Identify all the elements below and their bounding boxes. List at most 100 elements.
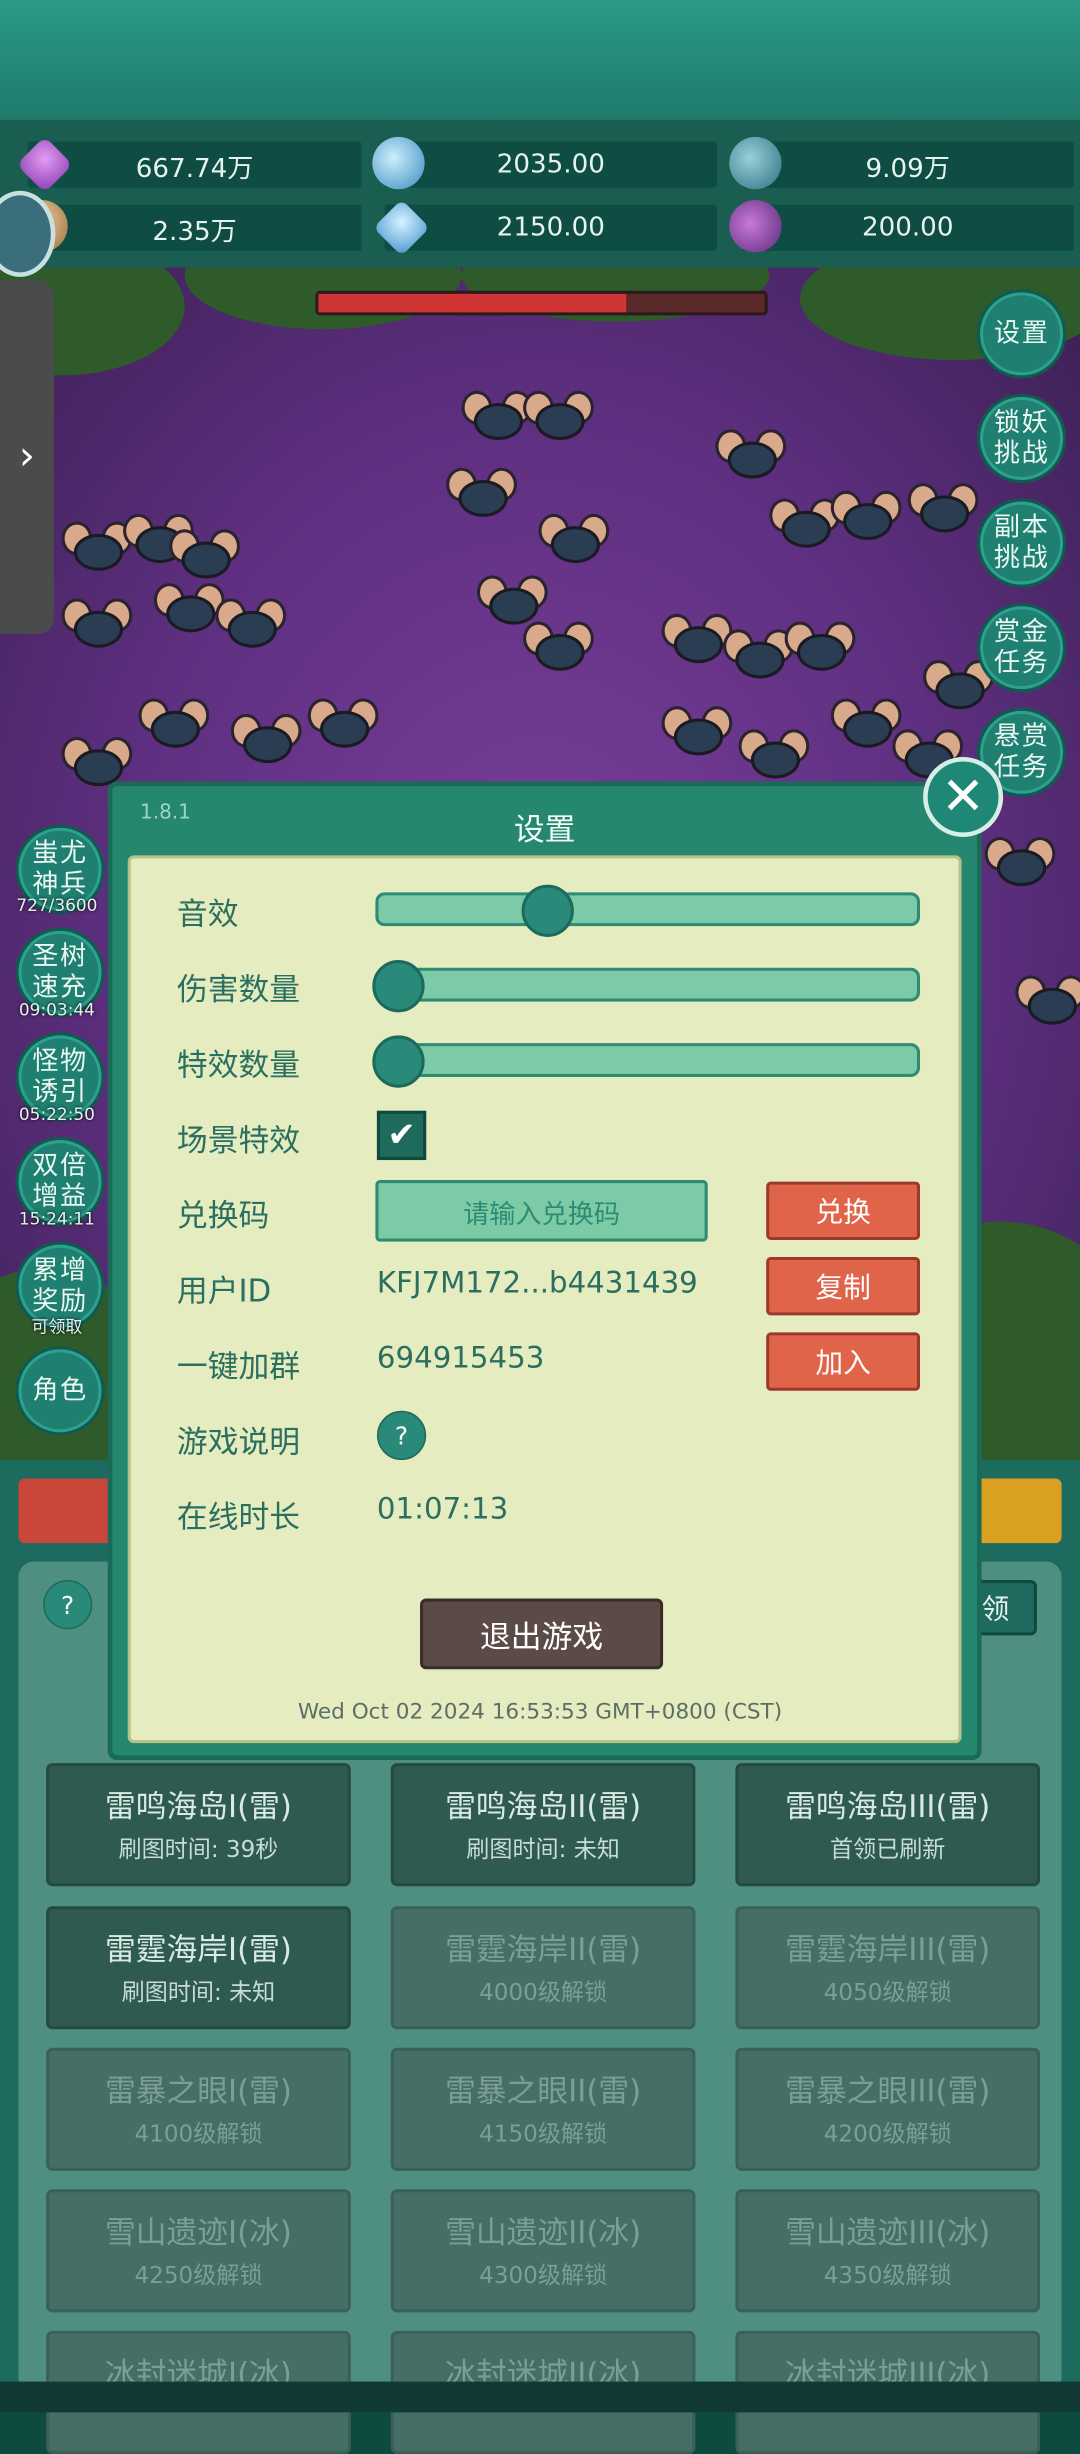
dungeon-status: 4000级解锁 xyxy=(479,1978,608,2007)
resource-value: 9.09万 xyxy=(865,153,950,184)
close-icon: ✕ xyxy=(941,766,986,828)
side-panel-tab[interactable]: › xyxy=(0,280,54,634)
character-button[interactable]: 角色 xyxy=(15,1346,105,1436)
bat-enemy xyxy=(538,513,610,564)
footer-bar xyxy=(0,2381,1080,2413)
bat-enemy xyxy=(461,390,533,441)
menu-timer: 727/3600 xyxy=(16,895,98,916)
dungeon-name: 雪山遗迹II(冰) xyxy=(445,2213,642,2251)
menu-label: 副本挑战 xyxy=(993,512,1050,574)
menu-timer: 15:24:11 xyxy=(18,1209,95,1230)
join-button[interactable]: 加入 xyxy=(766,1332,921,1391)
panel-help-button[interactable]: ? xyxy=(43,1580,93,1630)
sound-slider-knob[interactable] xyxy=(520,884,574,937)
menu-timer: 05:22:50 xyxy=(18,1104,95,1125)
dungeon-tile[interactable]: 雪山遗迹III(冰) 4350级解锁 xyxy=(735,2189,1041,2313)
redeem-button[interactable]: 兑换 xyxy=(766,1181,921,1241)
effects-slider-knob[interactable] xyxy=(372,1035,425,1088)
damage-label: 伤害数量 xyxy=(176,970,301,1008)
game-help-button[interactable]: ? xyxy=(376,1410,427,1461)
menu-label: 累增奖励 xyxy=(32,1255,88,1317)
dungeon-name: 雷霆海岸I(雷) xyxy=(104,1930,292,1968)
bat-enemy xyxy=(61,598,133,648)
bat-enemy xyxy=(169,529,241,579)
dungeon-name: 雷鸣海岛II(雷) xyxy=(445,1787,642,1825)
scene-effects-checkbox[interactable]: ✔ xyxy=(376,1110,427,1161)
bat-enemy xyxy=(661,613,733,664)
help-icon: ? xyxy=(395,1420,409,1451)
dungeon-status: 刷图时间: 未知 xyxy=(466,1835,620,1864)
menu-label: 双倍增益 xyxy=(32,1150,88,1213)
user-id-label: 用户ID xyxy=(176,1272,272,1310)
menu-label: 设置 xyxy=(993,318,1050,350)
scene-effects-label: 场景特效 xyxy=(176,1121,301,1159)
dungeon-status: 4250级解锁 xyxy=(134,2261,263,2290)
bat-enemy xyxy=(138,698,210,748)
dialog-title: 设置 xyxy=(513,810,576,848)
dungeon-tile[interactable]: 雷鸣海岛II(雷) 刷图时间: 未知 xyxy=(390,1763,696,1887)
dungeon-name: 雷鸣海岛I(雷) xyxy=(104,1787,292,1825)
sound-label: 音效 xyxy=(176,895,239,933)
settings-button[interactable]: 设置 xyxy=(976,289,1067,379)
resource-bar: 667.74万 2035.00 9.09万 2.35万 2150.00 200.… xyxy=(0,120,1080,268)
dungeon-tile[interactable]: 雷暴之眼I(雷) 4100级解锁 xyxy=(46,2047,351,2171)
bat-enemy xyxy=(723,629,794,679)
copy-button[interactable]: 复制 xyxy=(766,1256,921,1316)
dungeon-tile[interactable]: 雷霆海岸II(雷) 4000级解锁 xyxy=(390,1906,696,2030)
resource-horn: 2.35万 xyxy=(15,200,362,253)
lock-demon-challenge-button[interactable]: 锁妖挑战 xyxy=(976,393,1067,484)
dungeon-tile[interactable]: 雷鸣海岛III(雷) 首领已刷新 xyxy=(735,1763,1041,1887)
dungeon-tile[interactable]: 雷霆海岸I(雷) 刷图时间: 未知 xyxy=(46,1906,351,2030)
planet-orb-icon xyxy=(729,136,782,190)
bat-enemy xyxy=(1015,975,1080,1025)
bat-enemy xyxy=(61,521,133,571)
resource-purple-gem: 667.74万 xyxy=(16,136,362,193)
damage-slider[interactable] xyxy=(375,967,921,1002)
dungeon-name: 雪山遗迹I(冰) xyxy=(104,2213,292,2251)
close-button[interactable]: ✕ xyxy=(923,756,1004,837)
dungeon-status: 4300级解锁 xyxy=(479,2261,608,2290)
dungeon-challenge-button[interactable]: 副本挑战 xyxy=(976,498,1067,588)
dungeon-tile[interactable]: 雷暴之眼III(雷) 4200级解锁 xyxy=(735,2047,1041,2171)
redeem-code-input[interactable]: 请输入兑换码 xyxy=(375,1180,708,1242)
dungeon-tile[interactable]: 雪山遗迹I(冰) 4250级解锁 xyxy=(46,2189,351,2313)
bat-enemy xyxy=(476,575,548,625)
bat-enemy xyxy=(830,490,902,541)
claim-label: 领 xyxy=(981,1593,1010,1627)
menu-label: 赏金任务 xyxy=(993,616,1050,679)
bat-enemy xyxy=(446,467,517,517)
redeem-label: 兑换码 xyxy=(176,1196,270,1234)
sound-slider[interactable] xyxy=(375,892,921,927)
dungeon-status: 刷图时间: 39秒 xyxy=(118,1835,279,1864)
dungeon-name: 雷霆海岸II(雷) xyxy=(445,1930,642,1968)
effects-label: 特效数量 xyxy=(176,1046,301,1084)
resource-value: 667.74万 xyxy=(135,153,254,184)
bounty-quest-button[interactable]: 赏金任务 xyxy=(976,603,1067,693)
bat-enemy xyxy=(523,621,594,671)
resource-ice-crystal: 2150.00 xyxy=(373,199,717,256)
check-icon: ✔ xyxy=(387,1116,416,1155)
bat-enemy xyxy=(738,729,810,779)
dungeon-status: 4100级解锁 xyxy=(134,2120,263,2148)
exit-game-button[interactable]: 退出游戏 xyxy=(420,1598,664,1670)
bat-enemy xyxy=(307,698,379,748)
dungeon-status: 刷图时间: 未知 xyxy=(121,1978,276,2007)
effects-slider[interactable] xyxy=(375,1043,921,1077)
bat-enemy xyxy=(784,621,856,671)
bat-enemy xyxy=(523,390,594,441)
dungeon-name: 雷霆海岸III(雷) xyxy=(785,1930,991,1968)
menu-timer: 09:03:44 xyxy=(18,1000,95,1021)
bat-enemy xyxy=(215,598,287,648)
bat-enemy xyxy=(230,713,302,764)
resource-planet-orb: 9.09万 xyxy=(729,136,1074,190)
damage-slider-knob[interactable] xyxy=(372,960,425,1013)
user-id-value: KFJ7M172...b4431439 xyxy=(376,1266,698,1301)
dungeon-tile[interactable]: 雪山遗迹II(冰) 4300级解锁 xyxy=(390,2189,696,2313)
current-datetime: Wed Oct 02 2024 16:53:53 GMT+0800 (CST) xyxy=(297,1700,783,1725)
dungeon-tile[interactable]: 雷暴之眼II(雷) 4150级解锁 xyxy=(390,2047,696,2171)
help-icon: ? xyxy=(61,1590,75,1620)
dungeon-tile[interactable]: 雷鸣海岛I(雷) 刷图时间: 39秒 xyxy=(46,1763,351,1887)
dungeon-name: 雪山遗迹III(冰) xyxy=(785,2213,991,2251)
menu-label: 悬赏任务 xyxy=(993,721,1050,784)
dungeon-tile[interactable]: 雷霆海岸III(雷) 4050级解锁 xyxy=(735,1906,1041,2030)
